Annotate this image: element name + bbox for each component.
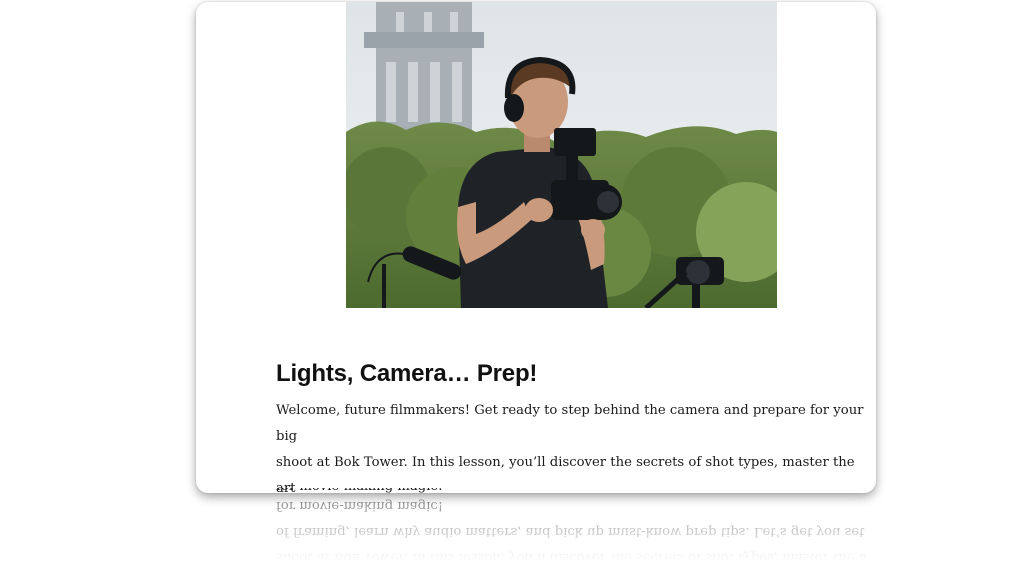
slide-stage: Welcome, future filmmakers! Get ready to… [0,0,1024,576]
reflection-text: Welcome, future filmmakers! Get ready to… [276,492,866,562]
intro-line-1: Welcome, future filmmakers! Get ready to… [276,403,864,444]
lesson-card: Lights, Camera… Prep! Welcome, future fi… [196,2,876,493]
lesson-title: Lights, Camera… Prep! [276,360,538,387]
reflection-line-2: shoot at Bok Tower. In this lesson, you’… [276,550,866,562]
intro-line-2: shoot at Bok Tower. In this lesson, you’… [276,455,855,493]
hero-image [346,2,777,308]
text-reflection: Welcome, future filmmakers! Get ready to… [276,492,866,562]
reflection-line-3: of framing, learn why audio matters, and… [276,524,865,539]
lesson-intro: Welcome, future filmmakers! Get ready to… [276,398,866,493]
filmmaker-photo [346,2,777,308]
